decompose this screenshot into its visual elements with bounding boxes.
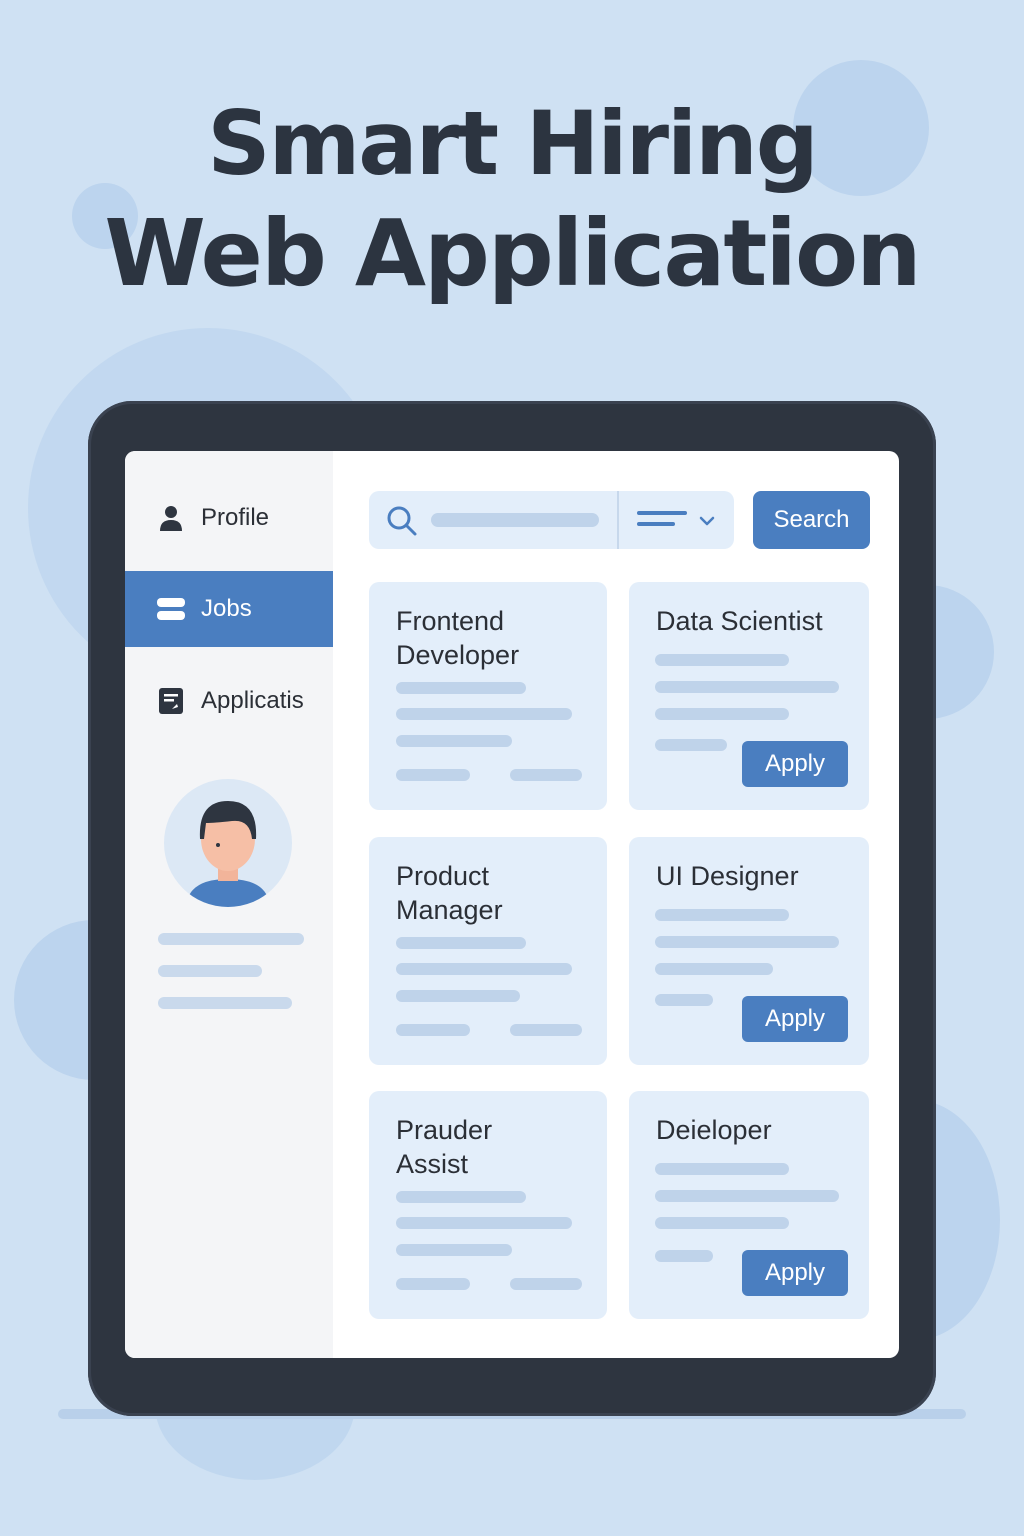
card-line — [655, 681, 839, 693]
job-title: UI Designer — [656, 861, 799, 891]
card-line — [510, 1278, 582, 1290]
profile-line — [158, 965, 262, 977]
card-line — [396, 1024, 470, 1036]
sidebar-item-applications[interactable]: Applicatis — [125, 663, 333, 739]
card-line — [510, 769, 582, 781]
job-card-frontend-developer[interactable]: Frontend Developer — [369, 582, 607, 810]
sidebar-item-jobs[interactable]: Jobs — [125, 571, 333, 647]
sidebar-item-profile[interactable]: Profile — [125, 480, 333, 556]
profile-line — [158, 997, 292, 1009]
card-line — [655, 936, 839, 948]
app-screen: Profile Jobs Applicatis Search Frontend … — [125, 451, 899, 1358]
card-line — [655, 994, 713, 1006]
job-card-product-manager[interactable]: Product Manager — [369, 837, 607, 1065]
job-title: Deieloper — [656, 1115, 772, 1145]
sidebar-item-label: Applicatis — [201, 687, 304, 714]
user-icon — [157, 504, 185, 532]
card-line — [396, 990, 520, 1002]
card-line — [655, 963, 773, 975]
card-line — [655, 1250, 713, 1262]
document-icon — [157, 687, 185, 715]
profile-line — [158, 933, 304, 945]
apply-button[interactable]: Apply — [742, 741, 848, 787]
job-card-prauder-assist[interactable]: Prauder Assist — [369, 1091, 607, 1319]
search-button[interactable]: Search — [753, 491, 870, 549]
search-input[interactable] — [431, 513, 599, 527]
card-line — [396, 735, 512, 747]
card-line — [655, 739, 727, 751]
card-line — [396, 1278, 470, 1290]
card-line — [396, 937, 526, 949]
apply-button[interactable]: Apply — [742, 996, 848, 1042]
card-line — [396, 1217, 572, 1229]
job-title: Frontend Developer — [396, 606, 520, 670]
list-icon — [157, 595, 185, 623]
chevron-down-icon — [699, 512, 715, 531]
card-line — [655, 909, 789, 921]
job-card-data-scientist[interactable]: Data Scientist Apply — [629, 582, 869, 810]
card-line — [396, 708, 572, 720]
job-card-developer[interactable]: Deieloper Apply — [629, 1091, 869, 1319]
card-line — [396, 769, 470, 781]
card-line — [510, 1024, 582, 1036]
card-line — [655, 1163, 789, 1175]
page-title-line1: Smart Hiring — [207, 92, 819, 195]
card-line — [655, 708, 789, 720]
filter-icon — [637, 508, 687, 536]
page-title-line2: Web Application — [104, 200, 921, 307]
card-line — [396, 963, 572, 975]
filter-dropdown[interactable] — [619, 491, 734, 549]
sidebar-item-label: Profile — [201, 504, 270, 531]
job-title: Product Manager — [396, 861, 503, 925]
card-line — [396, 1244, 512, 1256]
card-line — [655, 654, 789, 666]
search-bar — [369, 491, 734, 549]
card-line — [655, 1217, 789, 1229]
job-card-ui-designer[interactable]: UI Designer Apply — [629, 837, 869, 1065]
sidebar-item-label: Jobs — [201, 595, 252, 622]
card-line — [396, 1191, 526, 1203]
card-line — [655, 1190, 839, 1202]
card-line — [396, 682, 526, 694]
sidebar: Profile Jobs Applicatis — [125, 451, 333, 1358]
job-title: Data Scientist — [656, 606, 823, 636]
avatar[interactable] — [164, 779, 292, 907]
apply-button[interactable]: Apply — [742, 1250, 848, 1296]
job-title: Prauder Assist — [396, 1115, 493, 1179]
search-icon — [385, 504, 419, 542]
